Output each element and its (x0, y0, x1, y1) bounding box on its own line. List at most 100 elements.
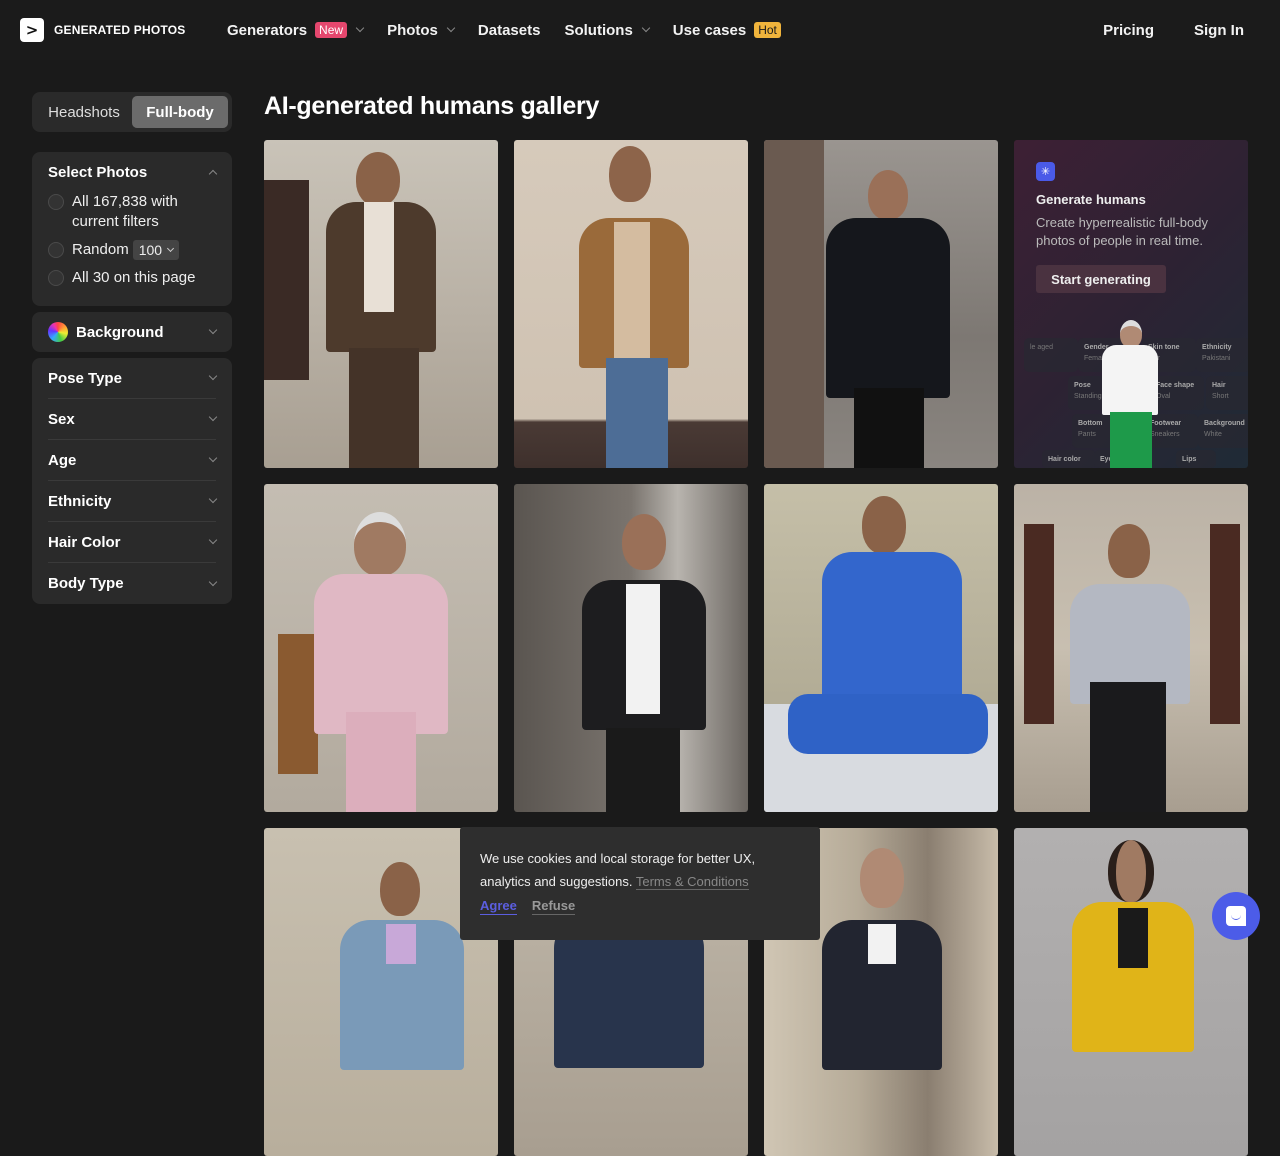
nav-datasets[interactable]: Datasets (478, 22, 541, 39)
chevron-down-icon (208, 325, 218, 335)
photo-detail (380, 862, 420, 916)
filter-body-type[interactable]: Body Type (48, 563, 218, 604)
photo-detail (868, 924, 896, 964)
cookie-text: analytics and suggestions. (480, 874, 633, 889)
filters-sidebar: Headshots Full-body Select Photos All 16… (32, 92, 232, 604)
photo-detail (626, 584, 660, 714)
start-generating-button[interactable]: Start generating (1036, 265, 1166, 293)
select-photos-header[interactable]: Select Photos (48, 152, 218, 192)
tab-full-body[interactable]: Full-body (132, 96, 228, 128)
nav-datasets-label: Datasets (477, 21, 541, 39)
chevron-down-icon (208, 453, 218, 463)
nav-photos-label: Photos (387, 21, 438, 39)
chip-key: Hair (1212, 382, 1226, 389)
chat-launcher-button[interactable] (1212, 892, 1260, 940)
logo-icon: > (20, 18, 44, 42)
photo-detail (314, 574, 448, 734)
main-nav: Generators New Photos Datasets Solutions… (227, 0, 805, 60)
chip-value: White (1204, 431, 1222, 438)
terms-link[interactable]: Terms & Conditions (635, 874, 749, 890)
hot-badge: Hot (754, 22, 781, 38)
page-title: AI-generated humans gallery (264, 92, 600, 120)
chip-value: Oval (1156, 393, 1171, 400)
filter-ethnicity[interactable]: Ethnicity (48, 481, 218, 522)
chip-key: Hair color (1048, 456, 1081, 463)
photo-type-toggle: Headshots Full-body (32, 92, 232, 132)
cookie-consent-banner: We use cookies and local storage for bet… (460, 827, 820, 940)
tab-headshots[interactable]: Headshots (36, 96, 132, 128)
background-panel[interactable]: Background (32, 312, 232, 352)
photo-detail (1108, 524, 1150, 578)
brand-logo[interactable]: > GENERATED PHOTOS (20, 18, 185, 42)
attribute-chip: Hair Short (1206, 376, 1248, 410)
chevron-down-icon (446, 23, 456, 33)
chevron-down-icon (208, 494, 218, 504)
nav-generators-label: Generators (227, 21, 308, 39)
chip-key: Ethnicity (1202, 344, 1232, 351)
gallery-photo[interactable] (1014, 484, 1248, 812)
chevron-down-icon (167, 244, 175, 252)
photo-detail (614, 222, 650, 362)
nav-generators[interactable]: Generators New (227, 21, 365, 39)
filter-hair-color[interactable]: Hair Color (48, 522, 218, 563)
chip-value: Pants (1078, 431, 1096, 438)
chevron-down-icon (208, 535, 218, 545)
chip-value: Standing (1074, 393, 1102, 400)
model-figure (1120, 320, 1142, 348)
photo-detail (364, 202, 394, 312)
photo-detail (622, 514, 666, 570)
random-count-select[interactable]: 100 (132, 240, 180, 260)
promo-title: Generate humans (1036, 192, 1146, 207)
gallery-photo[interactable] (514, 140, 748, 468)
nav-solutions[interactable]: Solutions (564, 22, 651, 39)
radio-button[interactable] (48, 270, 64, 286)
attribute-chip: Ethnicity Pakistani (1196, 338, 1248, 372)
model-figure (1102, 345, 1158, 415)
sparkle-icon: ✳ (1036, 162, 1055, 181)
chevron-down-icon (208, 577, 218, 586)
radio-button[interactable] (48, 242, 64, 258)
filter-age[interactable]: Age (48, 440, 218, 481)
cookie-message: We use cookies and local storage for bet… (480, 847, 800, 893)
agree-button[interactable]: Agree (480, 898, 517, 915)
select-all-filtered-label: All 167,838 with current filters (72, 192, 178, 232)
background-header[interactable]: Background (48, 312, 218, 352)
attribute-chip: Background White (1198, 414, 1248, 448)
random-count-value: 100 (138, 242, 163, 258)
filter-label: Ethnicity (48, 492, 112, 510)
filter-sex[interactable]: Sex (48, 399, 218, 440)
photo-detail (606, 358, 668, 468)
select-random-option[interactable]: Random 100 (48, 240, 216, 260)
cookie-text: We use cookies and local storage for bet… (480, 851, 756, 866)
pricing-link[interactable]: Pricing (1103, 22, 1154, 39)
gallery-photo[interactable] (264, 484, 498, 812)
photo-detail (354, 512, 406, 576)
chip-key: Lips (1182, 456, 1197, 463)
attribute-chip: Hair color (1042, 450, 1096, 468)
photo-detail (386, 924, 416, 964)
gallery-photo[interactable] (764, 140, 998, 468)
filter-pose-type[interactable]: Pose Type (48, 358, 218, 399)
generate-humans-promo-card[interactable]: ✳ Generate humans Create hyperrealistic … (1014, 140, 1248, 468)
select-photos-title: Select Photos (48, 163, 148, 181)
background-label: Background (76, 323, 164, 341)
gallery-photo[interactable] (1014, 828, 1248, 1156)
refuse-button[interactable]: Refuse (531, 898, 576, 915)
gallery-photo[interactable] (514, 484, 748, 812)
sign-in-link[interactable]: Sign In (1194, 22, 1244, 39)
nav-photos[interactable]: Photos (387, 21, 456, 39)
gallery-photo[interactable] (264, 140, 498, 468)
nav-use-cases[interactable]: Use cases Hot (673, 22, 781, 39)
radio-button[interactable] (48, 194, 64, 210)
photo-detail (349, 348, 419, 468)
select-all-filtered-option[interactable]: All 167,838 with current filters (48, 192, 216, 232)
filter-label: Hair Color (48, 533, 121, 551)
photo-detail (1118, 908, 1148, 968)
photo-detail (854, 388, 924, 468)
select-random-label: Random (72, 241, 129, 258)
chevron-down-icon (208, 371, 218, 381)
chip-value: Pakistani (1202, 355, 1231, 362)
photo-detail (346, 712, 416, 812)
select-page-option[interactable]: All 30 on this page (48, 268, 216, 288)
gallery-photo[interactable] (764, 484, 998, 812)
